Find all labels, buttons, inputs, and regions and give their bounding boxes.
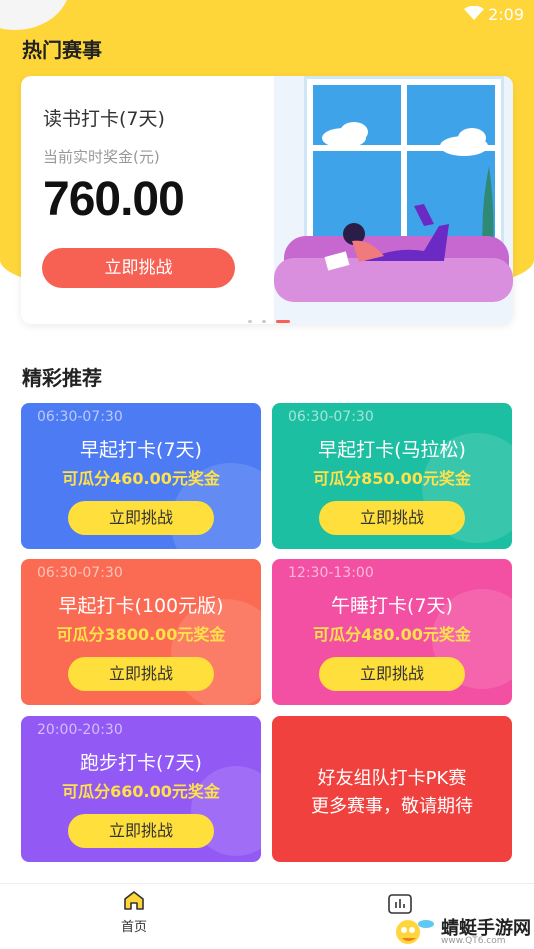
event-title: 早起打卡(马拉松)	[318, 439, 466, 461]
watermark: 蜻蜓手游网 www.QT6.com	[386, 914, 534, 949]
hot-challenge-button[interactable]: 立即挑战	[42, 248, 235, 288]
bottom-tab-bar: 首页 蜻蜓手游网 www.QT6.com	[0, 883, 534, 949]
event-card[interactable]: 06:30-07:30 早起打卡(马拉松) 可瓜分850.00元奖金 立即挑战	[272, 403, 512, 549]
event-time: 06:30-07:30	[288, 409, 374, 425]
event-card[interactable]: 12:30-13:00 午睡打卡(7天) 可瓜分480.00元奖金 立即挑战	[272, 559, 512, 705]
carousel-dot-active[interactable]	[276, 320, 291, 323]
carousel-dots	[248, 308, 295, 324]
challenge-button[interactable]: 立即挑战	[319, 501, 465, 535]
wifi-icon	[464, 6, 484, 20]
event-title: 跑步打卡(7天)	[80, 752, 202, 774]
chart-icon	[388, 894, 412, 914]
event-card[interactable]: 06:30-07:30 早起打卡(100元版) 可瓜分3800.00元奖金 立即…	[21, 559, 261, 705]
reading-illustration	[274, 76, 513, 324]
dragonfly-logo-icon	[396, 920, 434, 944]
status-time: 2:09	[488, 5, 524, 24]
event-prize: 可瓜分480.00元奖金	[313, 625, 471, 644]
event-prize: 可瓜分3800.00元奖金	[56, 625, 226, 644]
event-time: 06:30-07:30	[37, 565, 123, 581]
status-bar: 2:09	[0, 0, 534, 30]
challenge-button[interactable]: 立即挑战	[319, 657, 465, 691]
challenge-button[interactable]: 立即挑战	[68, 657, 214, 691]
challenge-button[interactable]: 立即挑战	[68, 814, 214, 848]
watermark-url: www.QT6.com	[441, 936, 506, 946]
tab-home-label: 首页	[120, 920, 147, 935]
prize-label: 当前实时奖金(元)	[43, 148, 160, 166]
hot-event-card[interactable]: 读书打卡(7天) 当前实时奖金(元) 760.00 立即挑战	[21, 76, 513, 324]
event-card[interactable]: 06:30-07:30 早起打卡(7天) 可瓜分460.00元奖金 立即挑战	[21, 403, 261, 549]
event-time: 06:30-07:30	[37, 409, 123, 425]
challenge-button[interactable]: 立即挑战	[68, 501, 214, 535]
event-time: 20:00-20:30	[37, 722, 123, 738]
event-card[interactable]: 20:00-20:30 跑步打卡(7天) 可瓜分660.00元奖金 立即挑战	[21, 716, 261, 862]
prize-amount: 760.00	[43, 173, 185, 226]
event-title: 早起打卡(7天)	[80, 439, 202, 461]
carousel-dot[interactable]	[262, 320, 267, 323]
event-prize: 可瓜分660.00元奖金	[62, 782, 220, 801]
event-prize: 可瓜分850.00元奖金	[313, 469, 471, 488]
coming-soon-line1: 好友组队打卡PK赛	[317, 768, 467, 789]
coming-soon-card: 好友组队打卡PK赛 更多赛事，敬请期待	[272, 716, 512, 862]
event-title: 早起打卡(100元版)	[58, 595, 224, 617]
rec-section-title: 精彩推荐	[22, 366, 102, 390]
event-title: 午睡打卡(7天)	[331, 595, 453, 617]
tab-home[interactable]: 首页	[116, 890, 152, 935]
event-prize: 可瓜分460.00元奖金	[62, 469, 220, 488]
event-time: 12:30-13:00	[288, 565, 374, 581]
coming-soon-line2: 更多赛事，敬请期待	[311, 796, 473, 817]
carousel-dot[interactable]	[248, 320, 252, 323]
hot-event-name: 读书打卡(7天)	[43, 108, 165, 130]
home-icon	[124, 891, 144, 910]
hot-section-title: 热门赛事	[22, 38, 102, 62]
